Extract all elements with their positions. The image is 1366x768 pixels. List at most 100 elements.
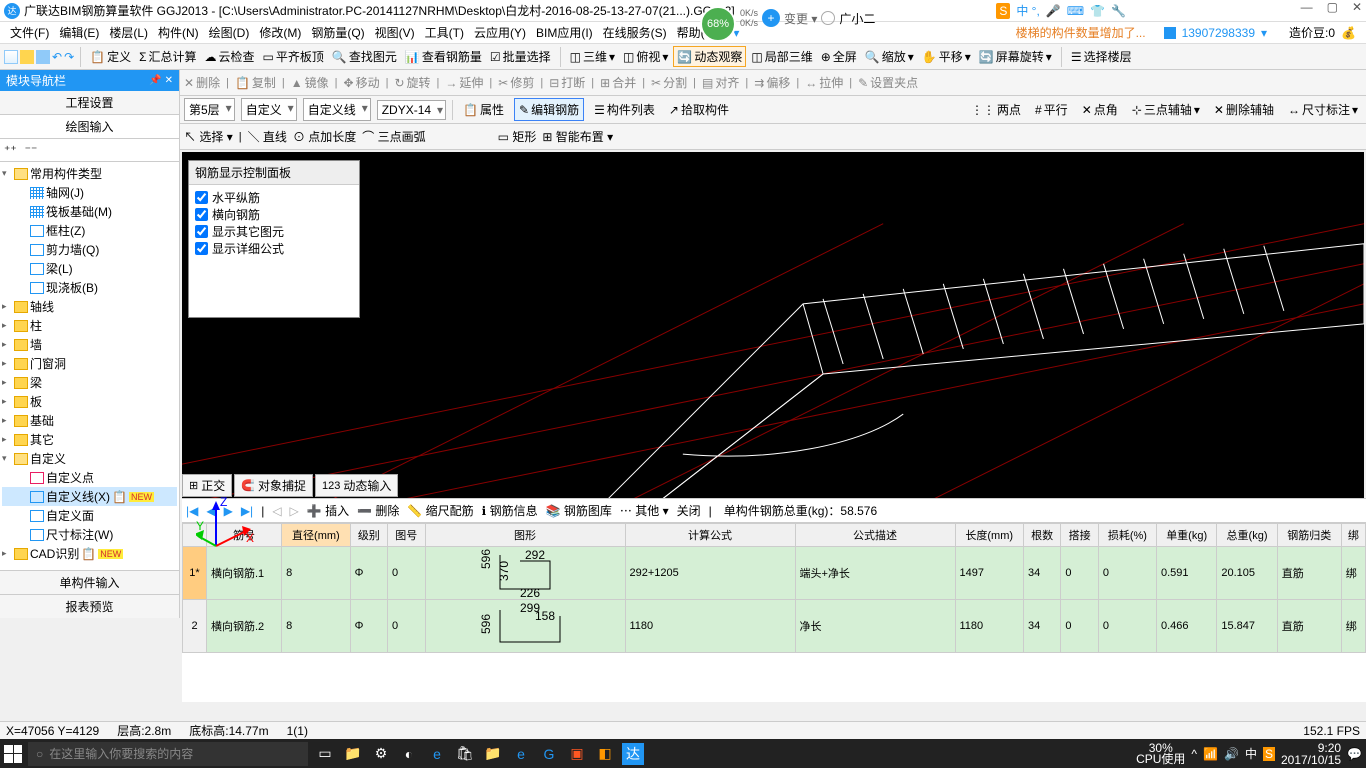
plus-icon[interactable]: + xyxy=(762,9,780,27)
rebar-display-panel[interactable]: 钢筋显示控制面板 水平纵筋 横向钢筋 显示其它图元 显示详细公式 xyxy=(188,160,360,318)
extend-button[interactable]: → 延伸 xyxy=(445,74,483,91)
top-view-button[interactable]: ◫ 俯视 ▾ xyxy=(620,47,671,66)
insert-row-button[interactable]: ➕ 插入 xyxy=(307,502,349,519)
maximize-button[interactable]: ▢ xyxy=(1327,0,1338,14)
tab-project-settings[interactable]: 工程设置 xyxy=(0,91,179,115)
plat-button[interactable]: ▭ 平齐板顶 xyxy=(260,47,327,66)
smart-button[interactable]: ⊞ 智能布置 ▾ xyxy=(542,128,613,145)
split-button[interactable]: ✂ 分割 xyxy=(651,74,687,91)
menu-comp[interactable]: 构件(N) xyxy=(154,24,203,41)
nav-rec-prev[interactable]: ◁ xyxy=(272,504,281,518)
two-point-button[interactable]: ⋮⋮ 两点 xyxy=(967,99,1025,120)
local-3d-button[interactable]: ◫ 局部三维 xyxy=(748,47,815,66)
delete-button[interactable]: ✕ 删除 xyxy=(184,74,220,91)
tray-ime-icon[interactable]: S xyxy=(1263,747,1275,761)
taskbar-explorer[interactable]: 📁 xyxy=(482,743,504,765)
mic-icon[interactable]: 🎤 xyxy=(1046,4,1061,18)
rebar-info-button[interactable]: ℹ 钢筋信息 xyxy=(482,502,538,519)
point-angle-button[interactable]: ✕ 点角 xyxy=(1078,99,1122,120)
menu-bim[interactable]: BIM应用(I) xyxy=(532,24,597,41)
beans-label[interactable]: 造价豆:0 💰 xyxy=(1281,24,1360,41)
taskbar-app4[interactable]: G xyxy=(538,743,560,765)
dim-button[interactable]: ↔ 尺寸标注 ▾ xyxy=(1284,99,1362,120)
scale-button[interactable]: 📏 缩尺配筋 xyxy=(407,502,473,519)
prop-button[interactable]: 📋 属性 xyxy=(459,99,508,120)
parallel-button[interactable]: # 平行 xyxy=(1031,99,1072,120)
taskbar-clock[interactable]: 9:202017/10/15 xyxy=(1281,742,1341,766)
rotate-button[interactable]: 🔄 屏幕旋转 ▾ xyxy=(976,47,1055,66)
rect-button[interactable]: ▭ 矩形 xyxy=(498,128,537,145)
menu-rebar[interactable]: 钢筋量(Q) xyxy=(307,24,368,41)
subcat-select[interactable]: 自定义线 xyxy=(303,98,371,121)
save-icon[interactable] xyxy=(36,50,50,64)
menu-floor[interactable]: 楼层(L) xyxy=(105,24,152,41)
shirt-icon[interactable]: 👕 xyxy=(1090,4,1105,18)
arc-button[interactable]: ⌒ 三点画弧 xyxy=(362,128,425,145)
avatar-icon[interactable] xyxy=(821,11,835,25)
tray-notif-icon[interactable]: 💬 xyxy=(1347,747,1362,761)
break-button[interactable]: ⊟ 打断 xyxy=(549,74,585,91)
other-button[interactable]: ⋯ 其他 ▾ xyxy=(620,502,669,519)
notice-text[interactable]: 楼梯的构件数量增加了... xyxy=(1012,24,1150,41)
tray-up-icon[interactable]: ^ xyxy=(1191,747,1197,761)
zoom-button[interactable]: 🔍 缩放 ▾ xyxy=(862,47,917,66)
rebar-table[interactable]: 筋号直径(mm)级别图号 图形计算公式公式描述 长度(mm)根数搭接损耗(%) … xyxy=(182,523,1366,653)
fullscreen-button[interactable]: ⊕ 全屏 xyxy=(818,47,860,66)
phone-label[interactable]: 13907298339 ▾ xyxy=(1160,26,1271,40)
line-button[interactable]: ＼ 直线 xyxy=(248,128,287,145)
find-button[interactable]: 🔍 查找图元 xyxy=(329,47,400,66)
percent-badge[interactable]: 68% xyxy=(700,6,736,42)
del-aux-button[interactable]: ✕ 删除辅轴 xyxy=(1210,99,1278,120)
move-button[interactable]: ✥ 移动 xyxy=(344,74,380,91)
menu-view[interactable]: 视图(V) xyxy=(371,24,419,41)
new-icon[interactable] xyxy=(4,50,18,64)
tray-vol-icon[interactable]: 🔊 xyxy=(1224,747,1239,761)
chk-formula[interactable]: 显示详细公式 xyxy=(195,240,353,257)
nav-rec-next[interactable]: ▷ xyxy=(290,504,299,518)
menu-cloud[interactable]: 云应用(Y) xyxy=(470,24,530,41)
delete-row-button[interactable]: ➖ 删除 xyxy=(357,502,399,519)
merge-button[interactable]: ⊞ 合并 xyxy=(600,74,636,91)
taskbar-app3[interactable]: ◐ xyxy=(398,743,420,765)
expand-icon[interactable]: ⁺⁺ xyxy=(4,143,17,157)
menu-file[interactable]: 文件(F) xyxy=(6,24,53,41)
taskbar-app1[interactable]: 📁 xyxy=(342,743,364,765)
menu-edit[interactable]: 编辑(E) xyxy=(55,24,103,41)
component-tree[interactable]: ▾常用构件类型 轴网(J) 筏板基础(M) 框柱(Z) 剪力墙(Q) 梁(L) … xyxy=(0,162,179,570)
batch-button[interactable]: ☑ 批量选择 xyxy=(487,47,554,66)
sidebar-pin-icon[interactable]: 📌 ✕ xyxy=(149,75,173,86)
menu-modify[interactable]: 修改(M) xyxy=(255,24,305,41)
pan-button[interactable]: ✋ 平移 ▾ xyxy=(919,47,974,66)
menu-draw[interactable]: 绘图(D) xyxy=(205,24,254,41)
tab-draw-input[interactable]: 绘图输入 xyxy=(0,115,179,139)
tray-lang-icon[interactable]: 中 xyxy=(1245,745,1257,762)
chk-transverse[interactable]: 横向钢筋 xyxy=(195,206,353,223)
rebar-lib-button[interactable]: 📚 钢筋图库 xyxy=(546,502,612,519)
pick-button[interactable]: ↗ 拾取构件 xyxy=(665,99,733,120)
close-button[interactable]: ✕ xyxy=(1352,0,1362,14)
wrench-icon[interactable]: 🔧 xyxy=(1111,4,1126,18)
tab-single-input[interactable]: 单构件输入 xyxy=(0,570,179,594)
snap-toggle[interactable]: 🧲 对象捕捉 xyxy=(234,474,313,497)
view-rebar-button[interactable]: 📊 查看钢筋量 xyxy=(402,47,485,66)
mirror-button[interactable]: ▲ 镜像 xyxy=(291,74,329,91)
stretch-button[interactable]: ↔ 拉伸 xyxy=(805,74,843,91)
copy-button[interactable]: 📋 复制 xyxy=(235,74,276,91)
dynamic-view-button[interactable]: 🔄 动态观察 xyxy=(673,46,746,67)
taskbar-edge[interactable]: e xyxy=(426,743,448,765)
3d-button[interactable]: ◫ 三维 ▾ xyxy=(567,47,618,66)
taskbar-app6[interactable]: ◧ xyxy=(594,743,616,765)
minimize-button[interactable]: — xyxy=(1301,0,1313,14)
addlen-button[interactable]: ⊙ 点加长度 xyxy=(293,128,356,145)
offset-button[interactable]: ⇉ 偏移 xyxy=(754,74,790,91)
menu-online[interactable]: 在线服务(S) xyxy=(599,24,671,41)
comp-list-button[interactable]: ☰ 构件列表 xyxy=(590,99,659,120)
trim-button[interactable]: ✂ 修剪 xyxy=(498,74,534,91)
chk-horizontal[interactable]: 水平纵筋 xyxy=(195,189,353,206)
define-button[interactable]: 📋 定义 xyxy=(87,47,134,66)
cloud-check-button[interactable]: ☁ 云检查 xyxy=(202,47,258,66)
align-button[interactable]: ▤ 对齐 xyxy=(702,74,739,91)
sogou-icon[interactable]: S xyxy=(996,3,1010,19)
select-layer-button[interactable]: ☰ 选择楼层 xyxy=(1068,47,1135,66)
taskbar-store[interactable]: 🛍 xyxy=(454,743,476,765)
